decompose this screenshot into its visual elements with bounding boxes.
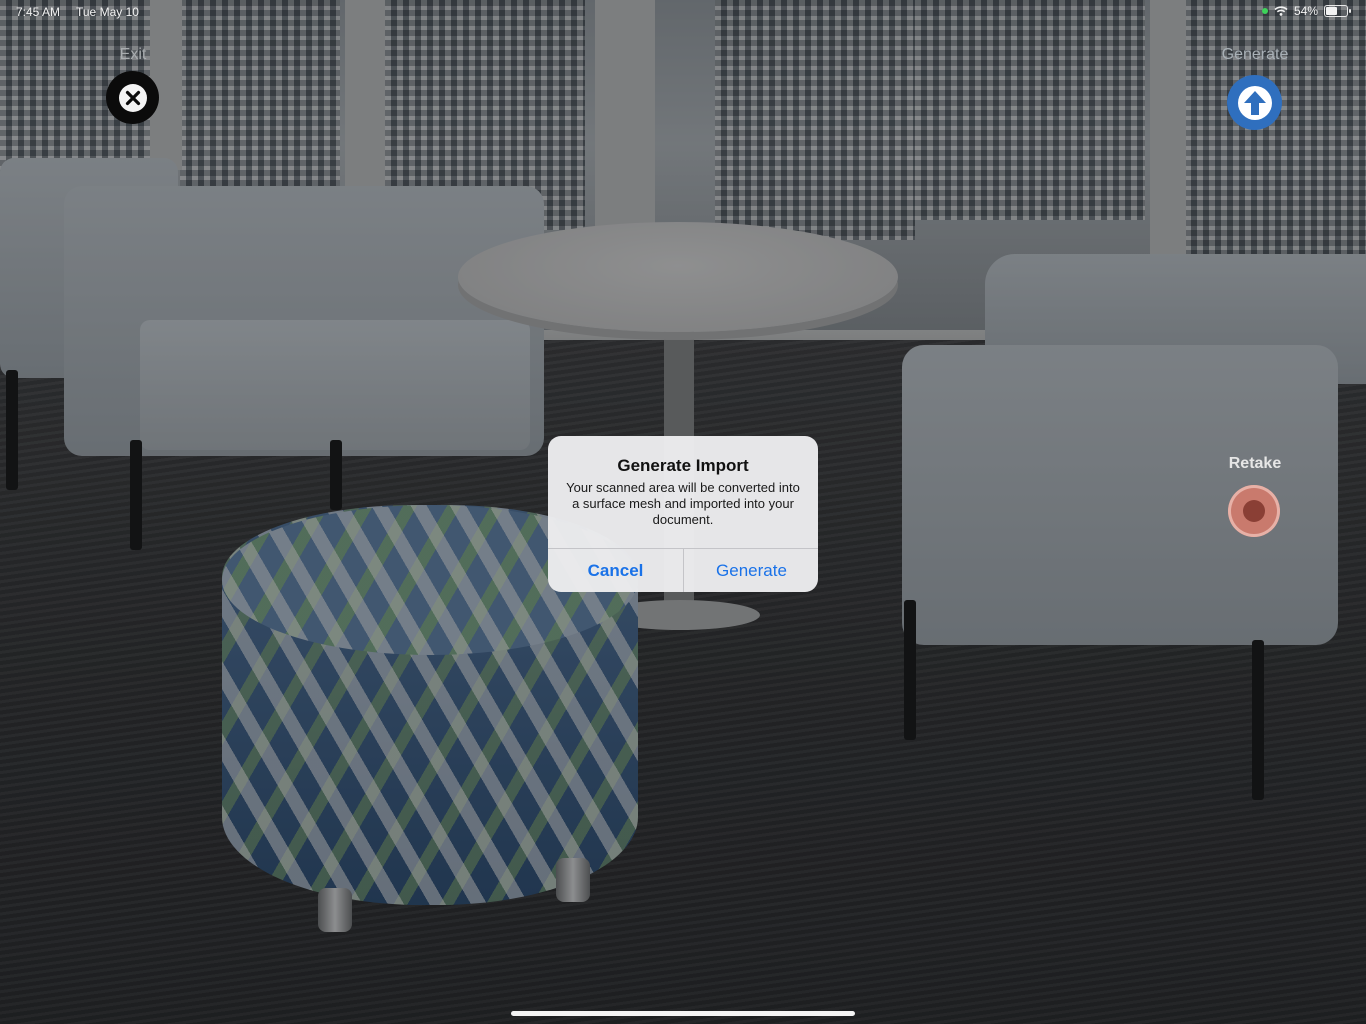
- status-time: 7:45 AM: [16, 5, 61, 19]
- battery-icon: [1324, 5, 1351, 17]
- record-icon: [1243, 500, 1265, 522]
- wifi-icon: [1274, 6, 1288, 16]
- exit-label: Exit: [119, 46, 147, 63]
- cancel-button[interactable]: Cancel: [548, 549, 683, 592]
- generate-import-alert: Generate Import Your scanned area will b…: [548, 436, 818, 592]
- alert-generate-button[interactable]: Generate: [684, 549, 818, 592]
- arrow-up-icon: [1237, 85, 1272, 120]
- status-right: 54%: [1261, 4, 1351, 18]
- status-bar: 7:45 AM Tue May 10 54%: [0, 0, 1366, 24]
- exit-button[interactable]: [106, 71, 159, 124]
- alert-title: Generate Import: [617, 456, 749, 475]
- battery-fill: [1326, 7, 1337, 15]
- close-icon: [118, 83, 147, 112]
- status-date: Tue May 10: [76, 5, 139, 19]
- green-dot-icon: [1261, 8, 1268, 14]
- generate-label: Generate: [1221, 46, 1289, 63]
- battery-percent: 54%: [1293, 4, 1318, 18]
- retake-label: Retake: [1228, 455, 1282, 472]
- generate-button[interactable]: [1227, 75, 1282, 130]
- alert-message: Your scanned area will be converted into…: [566, 480, 800, 527]
- retake-button[interactable]: [1228, 485, 1280, 537]
- home-indicator[interactable]: [511, 1011, 855, 1016]
